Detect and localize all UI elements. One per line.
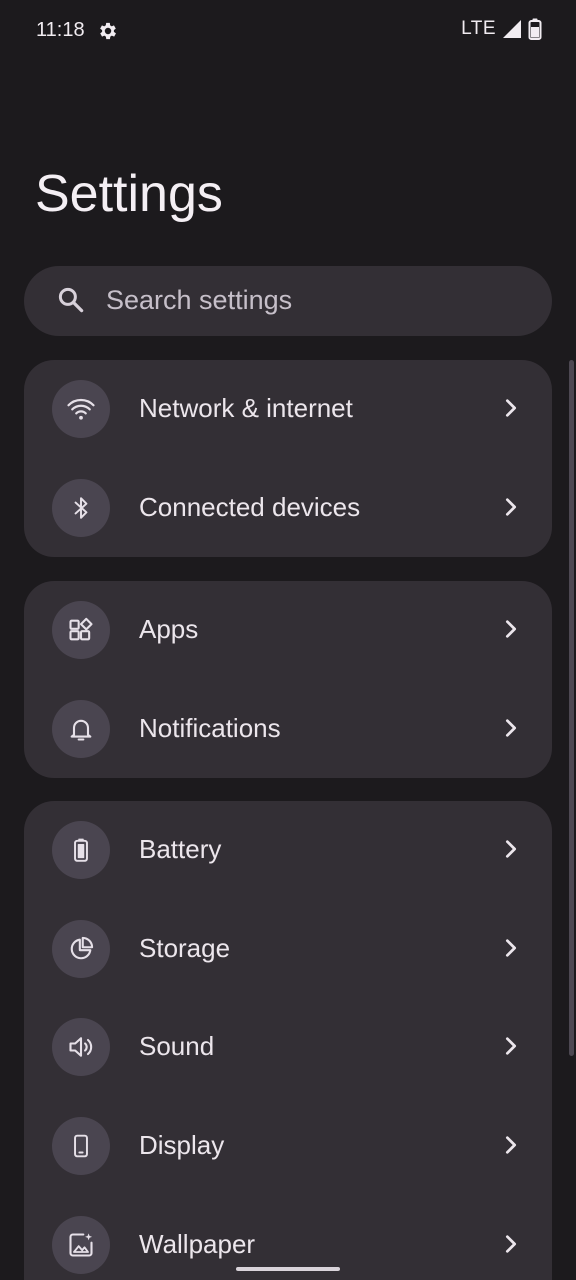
settings-item-notifications[interactable]: Notifications (24, 680, 552, 778)
status-bar: 11:18 LTE (0, 0, 576, 62)
chevron-right-icon (505, 399, 517, 417)
settings-group-connectivity: Network & internet Connected devices (24, 360, 552, 557)
settings-item-apps[interactable]: Apps (24, 581, 552, 679)
settings-item-label: Network & internet (139, 393, 353, 423)
settings-item-display[interactable]: Display (24, 1097, 552, 1195)
settings-item-battery[interactable]: Battery (24, 801, 552, 899)
search-icon (58, 287, 84, 313)
chevron-right-icon (505, 620, 517, 638)
search-placeholder: Search settings (106, 285, 293, 315)
gesture-nav-handle[interactable] (236, 1267, 340, 1271)
settings-item-label: Storage (139, 933, 231, 963)
signal-icon (503, 20, 521, 38)
settings-item-label: Connected devices (139, 492, 361, 522)
chevron-right-icon (505, 840, 517, 858)
settings-item-label: Wallpaper (139, 1229, 256, 1259)
settings-item-connected-devices[interactable]: Connected devices (24, 459, 552, 557)
settings-item-label: Display (139, 1130, 225, 1160)
settings-item-label: Battery (139, 834, 222, 864)
settings-screen: 11:18 LTE Settings Search settings Netwo… (0, 0, 576, 1280)
settings-group-apps: Apps Notifications (24, 581, 552, 778)
settings-item-storage[interactable]: Storage (24, 900, 552, 998)
status-right: LTE (461, 18, 542, 40)
chevron-right-icon (505, 1136, 517, 1154)
chevron-right-icon (505, 1037, 517, 1055)
battery-icon (528, 18, 542, 40)
chevron-right-icon (505, 719, 517, 737)
settings-item-network[interactable]: Network & internet (24, 360, 552, 458)
settings-item-label: Notifications (139, 713, 281, 743)
settings-group-device: Battery Storage Sound Display Wallpaper (24, 801, 552, 1280)
chevron-right-icon (505, 498, 517, 516)
settings-item-label: Apps (139, 614, 199, 644)
bluetooth-icon (52, 479, 110, 537)
chevron-right-icon (505, 1235, 517, 1253)
gear-icon (100, 22, 116, 40)
page-title: Settings (35, 165, 223, 223)
wifi-icon (52, 380, 110, 438)
apps-icon (52, 601, 110, 659)
settings-item-label: Sound (139, 1031, 215, 1061)
phone-display-icon (52, 1117, 110, 1175)
speaker-icon (52, 1018, 110, 1076)
settings-item-sound[interactable]: Sound (24, 998, 552, 1096)
wallpaper-icon (52, 1216, 110, 1274)
status-time: 11:18 (36, 19, 85, 41)
battery-icon (52, 821, 110, 879)
bell-icon (52, 700, 110, 758)
storage-pie-icon (52, 920, 110, 978)
network-type: LTE (461, 18, 496, 39)
scrollbar[interactable] (569, 360, 574, 1056)
chevron-right-icon (505, 939, 517, 957)
